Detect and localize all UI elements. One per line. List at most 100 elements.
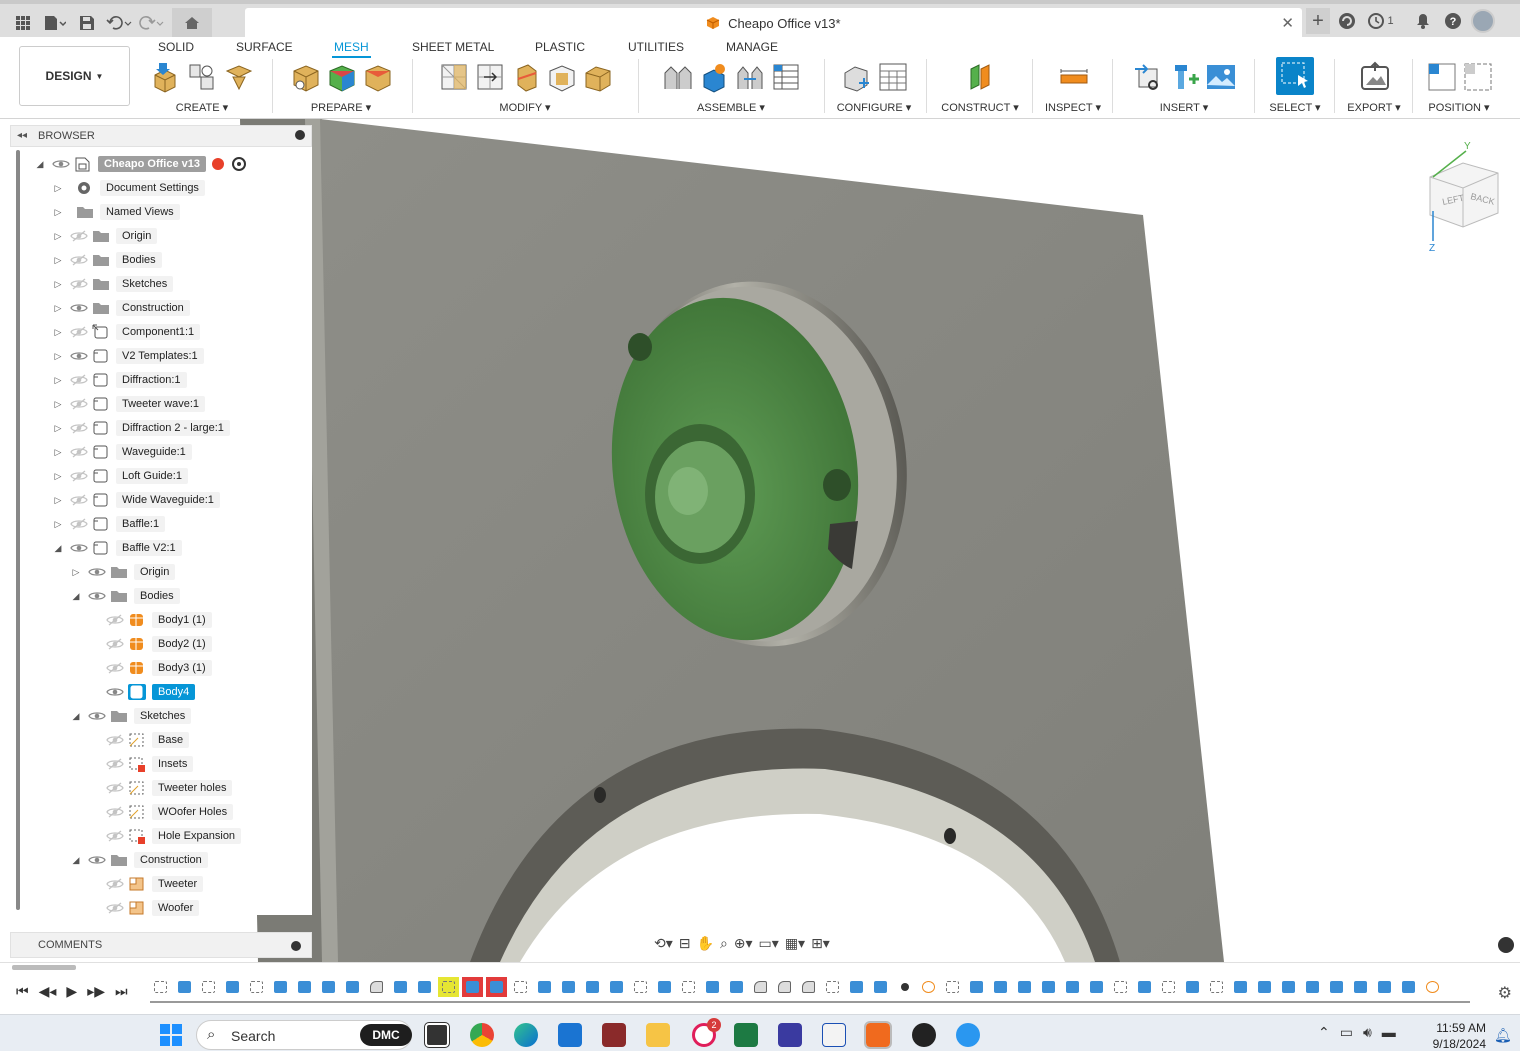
timeline-feature-icon[interactable] (1230, 977, 1251, 997)
convert-mesh-icon[interactable] (362, 61, 392, 92)
collapse-triangle-icon[interactable]: ◢ (70, 590, 82, 602)
viewports-icon[interactable]: ⊞▾ (811, 935, 830, 952)
orbit-icon[interactable]: ⟲▾ (654, 935, 673, 952)
tab-mesh[interactable]: MESH (332, 40, 371, 58)
hidden-eye-icon[interactable] (106, 614, 124, 626)
group-construct-label[interactable]: CONSTRUCT ▾ (934, 101, 1026, 114)
group-create-label[interactable]: CREATE ▾ (140, 101, 264, 114)
extensions-icon[interactable] (1334, 8, 1360, 34)
create-face-group-icon[interactable] (223, 61, 253, 91)
browser-row[interactable]: ▷ Construction (52, 296, 190, 320)
comments-panel[interactable]: COMMENTS (10, 932, 312, 958)
timeline-sketch-icon[interactable] (198, 977, 219, 997)
timeline-sketch-icon[interactable] (510, 977, 531, 997)
tab-plastic[interactable]: PLASTIC (535, 40, 585, 54)
apps-grid-icon[interactable] (10, 10, 36, 36)
timeline-feature-icon[interactable] (1254, 977, 1275, 997)
timeline-feature-icon[interactable] (990, 977, 1011, 997)
timeline-sketch-icon[interactable] (1206, 977, 1227, 997)
hidden-eye-icon[interactable] (106, 758, 124, 770)
undo-icon[interactable] (106, 10, 132, 36)
remesh-icon[interactable] (438, 61, 468, 91)
group-assemble-label[interactable]: ASSEMBLE ▾ (646, 101, 816, 114)
group-insert-label[interactable]: INSERT ▾ (1120, 101, 1248, 114)
display-settings-icon[interactable]: ▭▾ (759, 935, 779, 952)
hidden-eye-icon[interactable] (70, 422, 88, 434)
warning-badge-icon[interactable] (211, 158, 224, 170)
timeline-fillet-icon[interactable] (366, 977, 387, 997)
select-icon[interactable] (1276, 57, 1314, 95)
hidden-eye-icon[interactable] (70, 374, 88, 386)
collapse-triangle-icon[interactable]: ◢ (70, 854, 82, 866)
timeline-sketch-icon[interactable] (150, 977, 171, 997)
browser-row[interactable]: Tweeter (88, 872, 204, 896)
timeline-component-icon[interactable] (1422, 977, 1443, 997)
timeline-feature-icon[interactable] (1326, 977, 1347, 997)
timeline-feature-icon[interactable] (1302, 977, 1323, 997)
notifications-icon[interactable] (1410, 8, 1436, 34)
hidden-eye-icon[interactable] (70, 326, 88, 338)
browser-row[interactable]: ◢ Construction (70, 848, 208, 872)
sapphire-icon[interactable] (912, 1023, 936, 1047)
timeline-feature-icon[interactable] (606, 977, 627, 997)
zoom-icon[interactable]: ⌕ (720, 935, 728, 952)
browser-row[interactable]: Tweeter holes (88, 776, 233, 800)
fusion-taskbar-icon[interactable] (864, 1021, 892, 1049)
hidden-eye-icon[interactable] (70, 230, 88, 242)
expand-triangle-icon[interactable]: ▷ (52, 278, 64, 290)
visibility-eye-icon[interactable] (88, 854, 106, 866)
browser-minimize-icon[interactable] (295, 130, 305, 140)
file-explorer-icon[interactable] (646, 1023, 670, 1047)
hidden-eye-icon[interactable] (70, 470, 88, 482)
browser-row[interactable]: ▷ V2 Templates:1 (52, 344, 204, 368)
smooth-icon[interactable] (546, 61, 576, 92)
visibility-eye-icon[interactable] (70, 542, 88, 554)
timeline-sketch-icon[interactable] (630, 977, 651, 997)
remote-desktop-icon[interactable] (956, 1023, 980, 1047)
timeline-feature-icon[interactable] (1014, 977, 1035, 997)
expand-triangle-icon[interactable]: ▷ (52, 230, 64, 242)
hidden-eye-icon[interactable] (106, 806, 124, 818)
hidden-eye-icon[interactable] (106, 878, 124, 890)
timeline-feature-icon[interactable] (342, 977, 363, 997)
expand-triangle-icon[interactable]: ▷ (52, 374, 64, 386)
redo-icon[interactable] (138, 10, 164, 36)
expand-triangle-icon[interactable]: ▷ (52, 182, 64, 194)
go-to-start-icon[interactable]: ⏮ (16, 983, 29, 1000)
reduce-icon[interactable] (474, 61, 504, 91)
excel-icon[interactable] (734, 1023, 758, 1047)
user-avatar[interactable] (1470, 8, 1496, 34)
timeline-error-feature-icon[interactable] (462, 977, 483, 997)
hidden-eye-icon[interactable] (106, 638, 124, 650)
expand-triangle-icon[interactable]: ▷ (52, 326, 64, 338)
browser-row[interactable]: WOofer Holes (88, 800, 234, 824)
dmc-widget[interactable]: DMC (360, 1024, 412, 1046)
step-forward-icon[interactable]: ▸▶ (87, 983, 105, 1000)
file-menu-icon[interactable] (42, 10, 68, 36)
browser-row[interactable]: Body2 (1) (88, 632, 212, 656)
timeline-component-icon[interactable] (918, 977, 939, 997)
offset-plane-icon[interactable] (965, 61, 995, 91)
pan-icon[interactable]: ✋ (697, 935, 714, 952)
slack-icon[interactable]: 2 (692, 1018, 721, 1047)
browser-row[interactable]: ▷ Tweeter wave:1 (52, 392, 206, 416)
timeline-feature-icon[interactable] (1182, 977, 1203, 997)
timeline-feature-icon[interactable] (1350, 977, 1371, 997)
expand-triangle-icon[interactable]: ▷ (52, 518, 64, 530)
capture-position-icon[interactable] (1426, 61, 1456, 91)
browser-row[interactable]: ▷ Origin (70, 560, 176, 584)
rew-icon[interactable] (778, 1023, 802, 1047)
timeline-scrollbar[interactable] (12, 965, 76, 970)
task-view-icon[interactable] (424, 1022, 450, 1048)
collapse-browser-icon[interactable]: ◂◂ (17, 130, 27, 141)
browser-row[interactable]: Woofer (88, 896, 200, 920)
group-configure-label[interactable]: CONFIGURE ▾ (830, 101, 918, 114)
view-cube[interactable]: LEFT BACK Y Z (1418, 133, 1508, 256)
hidden-eye-icon[interactable] (70, 254, 88, 266)
combine-face-groups-icon[interactable] (326, 61, 356, 92)
sync-status-icon[interactable] (1498, 937, 1514, 953)
bill-of-materials-icon[interactable] (770, 61, 800, 91)
tab-sheet-metal[interactable]: SHEET METAL (412, 40, 494, 54)
browser-row[interactable]: ▷ Diffraction:1 (52, 368, 187, 392)
insert-mcmaster-icon[interactable] (1169, 61, 1199, 91)
